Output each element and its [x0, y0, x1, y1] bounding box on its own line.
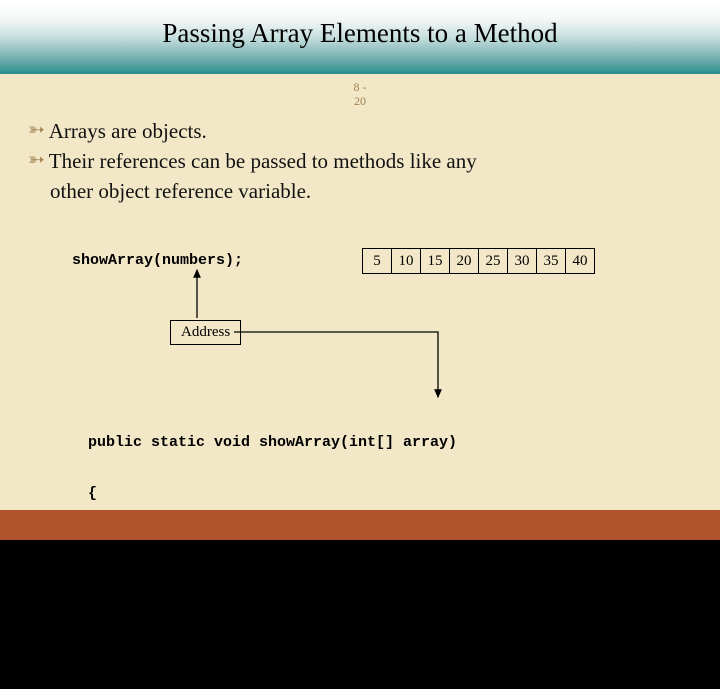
slide-body: ➳ Arrays are objects. ➳ Their references…	[0, 109, 720, 206]
arrow-address-to-method	[234, 332, 438, 397]
page-number: 8 - 20	[0, 80, 720, 109]
code-line: {	[88, 485, 457, 502]
slide-header: Passing Array Elements to a Method	[0, 0, 720, 74]
slide-title: Passing Array Elements to a Method	[0, 18, 720, 49]
code-call: showArray(numbers);	[72, 252, 243, 269]
array-cell: 15	[420, 248, 450, 274]
array-diagram: 5 10 15 20 25 30 35 40	[362, 248, 595, 274]
bullet-text: Arrays are objects.	[49, 117, 207, 145]
bullet-text: Their references can be passed to method…	[49, 147, 477, 175]
array-cell: 30	[507, 248, 537, 274]
code-method: public static void showArray(int[] array…	[88, 400, 457, 689]
array-cell: 40	[565, 248, 595, 274]
bullet-item: ➳ Their references can be passed to meth…	[28, 147, 692, 175]
array-cell: 25	[478, 248, 508, 274]
page-number-top: 8 -	[0, 80, 720, 94]
page-number-bottom: 20	[0, 94, 720, 108]
bullet-continuation: other object reference variable.	[28, 177, 692, 205]
address-label-box: Address	[170, 320, 241, 345]
bullet-glyph: ➳	[28, 147, 45, 173]
array-cell: 35	[536, 248, 566, 274]
bullet-text: other object reference variable.	[50, 179, 311, 203]
bottom-bar	[0, 510, 720, 540]
array-cell: 20	[449, 248, 479, 274]
array-cell: 10	[391, 248, 421, 274]
code-line: public static void showArray(int[] array…	[88, 434, 457, 451]
code-line: System.out.print(array[i] + " ");	[88, 587, 457, 604]
slide: Passing Array Elements to a Method 8 - 2…	[0, 0, 720, 540]
array-cell: 5	[362, 248, 392, 274]
code-line: }	[88, 638, 457, 655]
bullet-item: ➳ Arrays are objects.	[28, 117, 692, 145]
bullet-glyph: ➳	[28, 117, 45, 143]
